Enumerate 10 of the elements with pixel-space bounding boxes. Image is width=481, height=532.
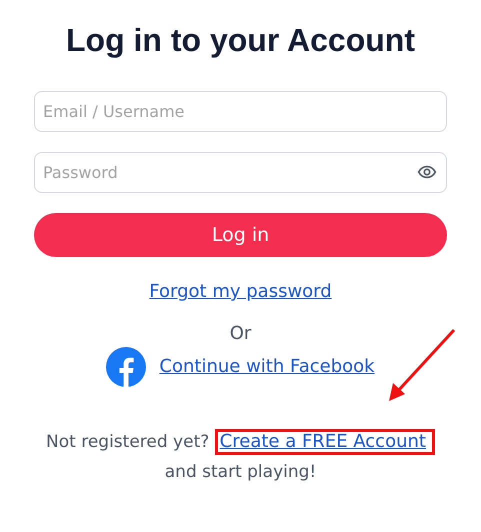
page-title: Log in to your Account xyxy=(66,21,415,60)
facebook-link[interactable]: Continue with Facebook xyxy=(159,354,375,380)
email-field[interactable]: Email / Username xyxy=(34,91,447,132)
forgot-password-link[interactable]: Forgot my password xyxy=(149,279,332,305)
login-button[interactable]: Log in xyxy=(34,213,447,257)
signup-text: Not registered yet? Create a FREE Account and start playing! xyxy=(34,427,447,487)
facebook-icon[interactable] xyxy=(106,347,146,387)
or-separator: Or xyxy=(230,322,252,346)
create-account-link[interactable]: Create a FREE Account xyxy=(220,431,426,452)
password-field[interactable]: Password xyxy=(34,152,447,193)
